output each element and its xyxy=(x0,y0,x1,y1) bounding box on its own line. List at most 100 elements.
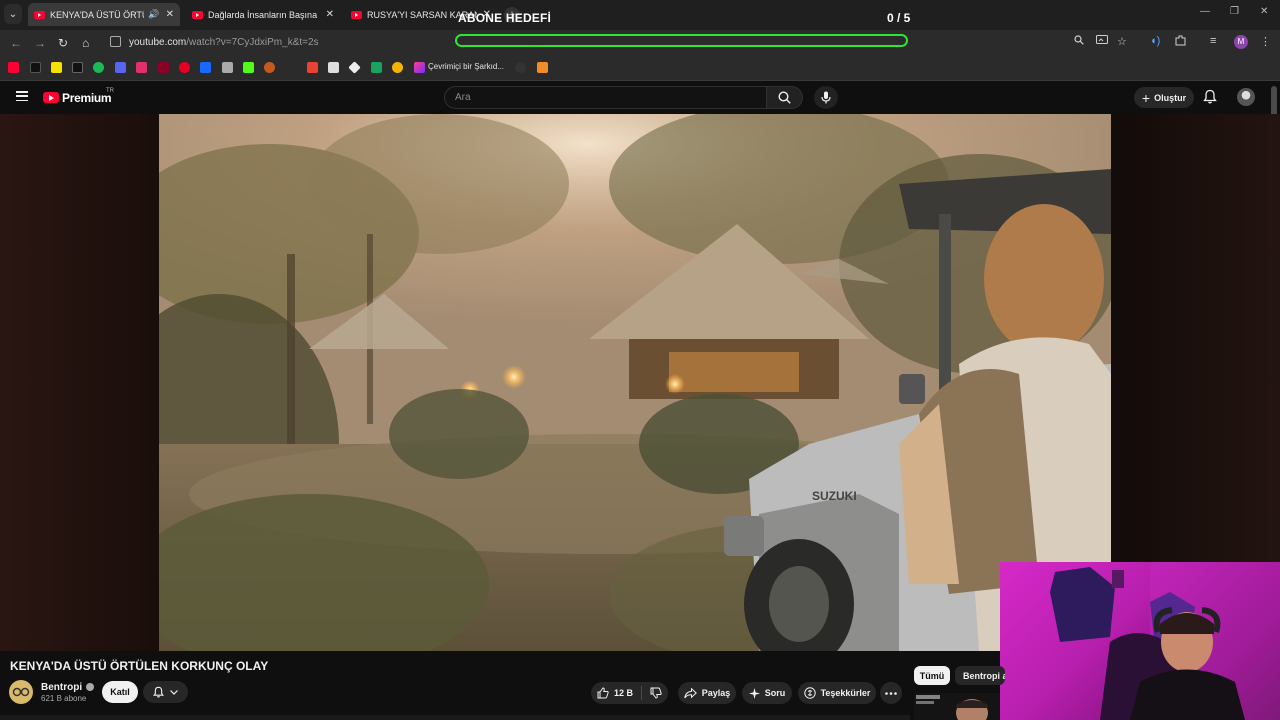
bookmark-instagram-icon[interactable] xyxy=(136,62,147,73)
video-title: KENYA'DA ÜSTÜ ÖRTÜLEN KORKUNÇ OLAY xyxy=(10,659,269,673)
chip-channel[interactable]: Bentropi a xyxy=(955,666,1005,685)
bookmark-site3-icon[interactable] xyxy=(286,62,297,73)
bookmark-label[interactable]: Çevrimiçi bir Şarkıd... xyxy=(428,62,504,71)
bookmark-site9-icon[interactable] xyxy=(537,62,548,73)
bookmark-music-icon[interactable] xyxy=(414,62,425,73)
back-arrow-icon[interactable]: ← xyxy=(10,36,22,50)
subscription-bell-button[interactable] xyxy=(143,681,188,703)
youtube-favicon-icon xyxy=(34,10,45,19)
bookmark-site-icon[interactable] xyxy=(222,62,233,73)
bookmark-site6-icon[interactable] xyxy=(371,62,382,73)
thanks-button[interactable]: Teşekkürler xyxy=(798,682,876,704)
youtube-logo-icon[interactable] xyxy=(43,92,59,103)
bookmark-behance-icon[interactable] xyxy=(200,62,211,73)
tab-kenya[interactable]: KENYA'DA ÜSTÜ ÖRTÜLEN 🔊 ✕ xyxy=(28,3,180,26)
cast-icon[interactable] xyxy=(1096,35,1108,48)
youtube-favicon-icon xyxy=(192,10,203,19)
ask-label: Soru xyxy=(764,688,786,698)
site-info-icon[interactable] xyxy=(110,36,121,47)
forward-arrow-icon[interactable]: → xyxy=(34,36,46,50)
chip-all[interactable]: Tümü xyxy=(914,666,950,685)
like-dislike-group: 12 B xyxy=(591,682,668,704)
subscriber-count: 621 B abone xyxy=(41,694,87,703)
region-code: TR xyxy=(106,88,114,94)
bookmarks-bar xyxy=(0,56,1280,81)
bookmark-site7-icon[interactable] xyxy=(392,62,403,73)
browser-profile-avatar[interactable]: M xyxy=(1234,35,1248,49)
video-player[interactable]: SUZUKI xyxy=(159,114,1111,651)
url-host: youtube.com xyxy=(129,37,187,48)
bookmark-site2-icon[interactable] xyxy=(264,62,275,73)
url-field[interactable]: youtube.com/watch?v=7CyJdxiPm_k&t=2s xyxy=(129,37,319,48)
minimize-icon[interactable]: — xyxy=(1200,6,1210,17)
recommended-video-thumbnail[interactable] xyxy=(914,693,1000,720)
ask-button[interactable]: Soru xyxy=(742,682,792,704)
join-button[interactable]: Katıl xyxy=(102,681,138,703)
microphone-icon xyxy=(821,91,831,104)
more-horizontal-icon xyxy=(885,691,897,695)
url-path: /watch?v=7CyJdxiPm_k&t=2s xyxy=(186,37,319,48)
guide-menu-icon[interactable] xyxy=(16,91,28,101)
speaker-icon[interactable]: 🔊 xyxy=(148,9,159,20)
plus-icon: + xyxy=(1141,89,1151,106)
create-button[interactable]: + Oluştur xyxy=(1134,87,1194,108)
video-progress-track[interactable] xyxy=(0,715,910,720)
bookmark-snapchat-icon[interactable] xyxy=(51,62,62,73)
webcam-scene xyxy=(1050,562,1280,720)
user-avatar[interactable] xyxy=(1237,88,1255,106)
bookmark-gmail-icon[interactable] xyxy=(307,62,318,73)
youtube-premium-logo-text[interactable]: Premium xyxy=(62,91,112,105)
thanks-label: Teşekkürler xyxy=(820,688,871,698)
channel-name-text: Bentropi xyxy=(41,682,83,693)
bookmark-x-icon[interactable] xyxy=(72,62,83,73)
dislike-button[interactable] xyxy=(650,687,662,699)
browser-menu-icon[interactable]: ⋮ xyxy=(1260,35,1271,48)
more-actions-button[interactable] xyxy=(880,682,902,704)
reading-list-icon[interactable]: ≡ xyxy=(1210,35,1216,47)
extensions-icon[interactable] xyxy=(1175,35,1186,49)
bookmark-kick-icon[interactable] xyxy=(243,62,254,73)
tab-daglarda[interactable]: Dağlarda İnsanların Başına Gele ✕ xyxy=(186,3,340,26)
video-frame-scene: SUZUKI xyxy=(159,114,1111,651)
bookmark-red-icon[interactable] xyxy=(158,62,169,73)
bookmark-tiktok-icon[interactable] xyxy=(30,62,41,73)
bookmark-site8-icon[interactable] xyxy=(515,62,526,73)
tab-search-menu-icon[interactable]: ⌄ xyxy=(4,4,22,24)
channel-logo-icon xyxy=(12,687,30,697)
bookmark-discord-icon[interactable] xyxy=(115,62,126,73)
zoom-icon[interactable] xyxy=(1074,35,1084,48)
channel-avatar[interactable] xyxy=(9,680,33,704)
subscriber-goal-progress-bar xyxy=(455,34,908,47)
maximize-icon[interactable]: ❐ xyxy=(1230,6,1239,17)
sparkle-icon xyxy=(748,687,760,699)
search-button[interactable] xyxy=(767,86,803,109)
reload-icon[interactable]: ↻ xyxy=(58,36,68,50)
create-label: Oluştur xyxy=(1154,92,1187,103)
bookmark-spotify-icon[interactable] xyxy=(93,62,104,73)
tab-close-icon[interactable]: ✕ xyxy=(326,9,334,20)
read-aloud-icon[interactable]: ◖) xyxy=(1150,35,1160,47)
youtube-favicon-icon xyxy=(351,10,362,19)
voice-search-button[interactable] xyxy=(814,86,838,109)
like-button[interactable]: 12 B xyxy=(597,687,633,699)
subscriber-goal-count: 0 / 5 xyxy=(887,11,911,25)
tab-title: Dağlarda İnsanların Başına Gele xyxy=(208,9,320,20)
bell-icon xyxy=(153,686,164,698)
share-arrow-icon xyxy=(684,687,697,698)
home-icon[interactable]: ⌂ xyxy=(82,36,89,50)
bookmark-pinterest-icon[interactable] xyxy=(179,62,190,73)
share-label: Paylaş xyxy=(701,688,731,698)
channel-name[interactable]: Bentropi xyxy=(41,682,95,693)
chevron-down-icon xyxy=(170,689,178,695)
bookmark-star-icon[interactable]: ☆ xyxy=(1117,35,1127,48)
jeep-badge-text: SUZUKI xyxy=(812,489,857,503)
tab-close-icon[interactable]: ✕ xyxy=(166,9,174,20)
tab-title: KENYA'DA ÜSTÜ ÖRTÜLEN xyxy=(50,9,144,20)
verified-check-icon xyxy=(86,683,95,692)
bookmark-site4-icon[interactable] xyxy=(328,62,339,73)
window-close-icon[interactable]: ✕ xyxy=(1260,6,1268,17)
bookmark-youtube-icon[interactable] xyxy=(8,62,19,73)
share-button[interactable]: Paylaş xyxy=(678,682,736,704)
notifications-bell-icon[interactable] xyxy=(1203,89,1217,109)
search-input[interactable] xyxy=(444,86,767,109)
